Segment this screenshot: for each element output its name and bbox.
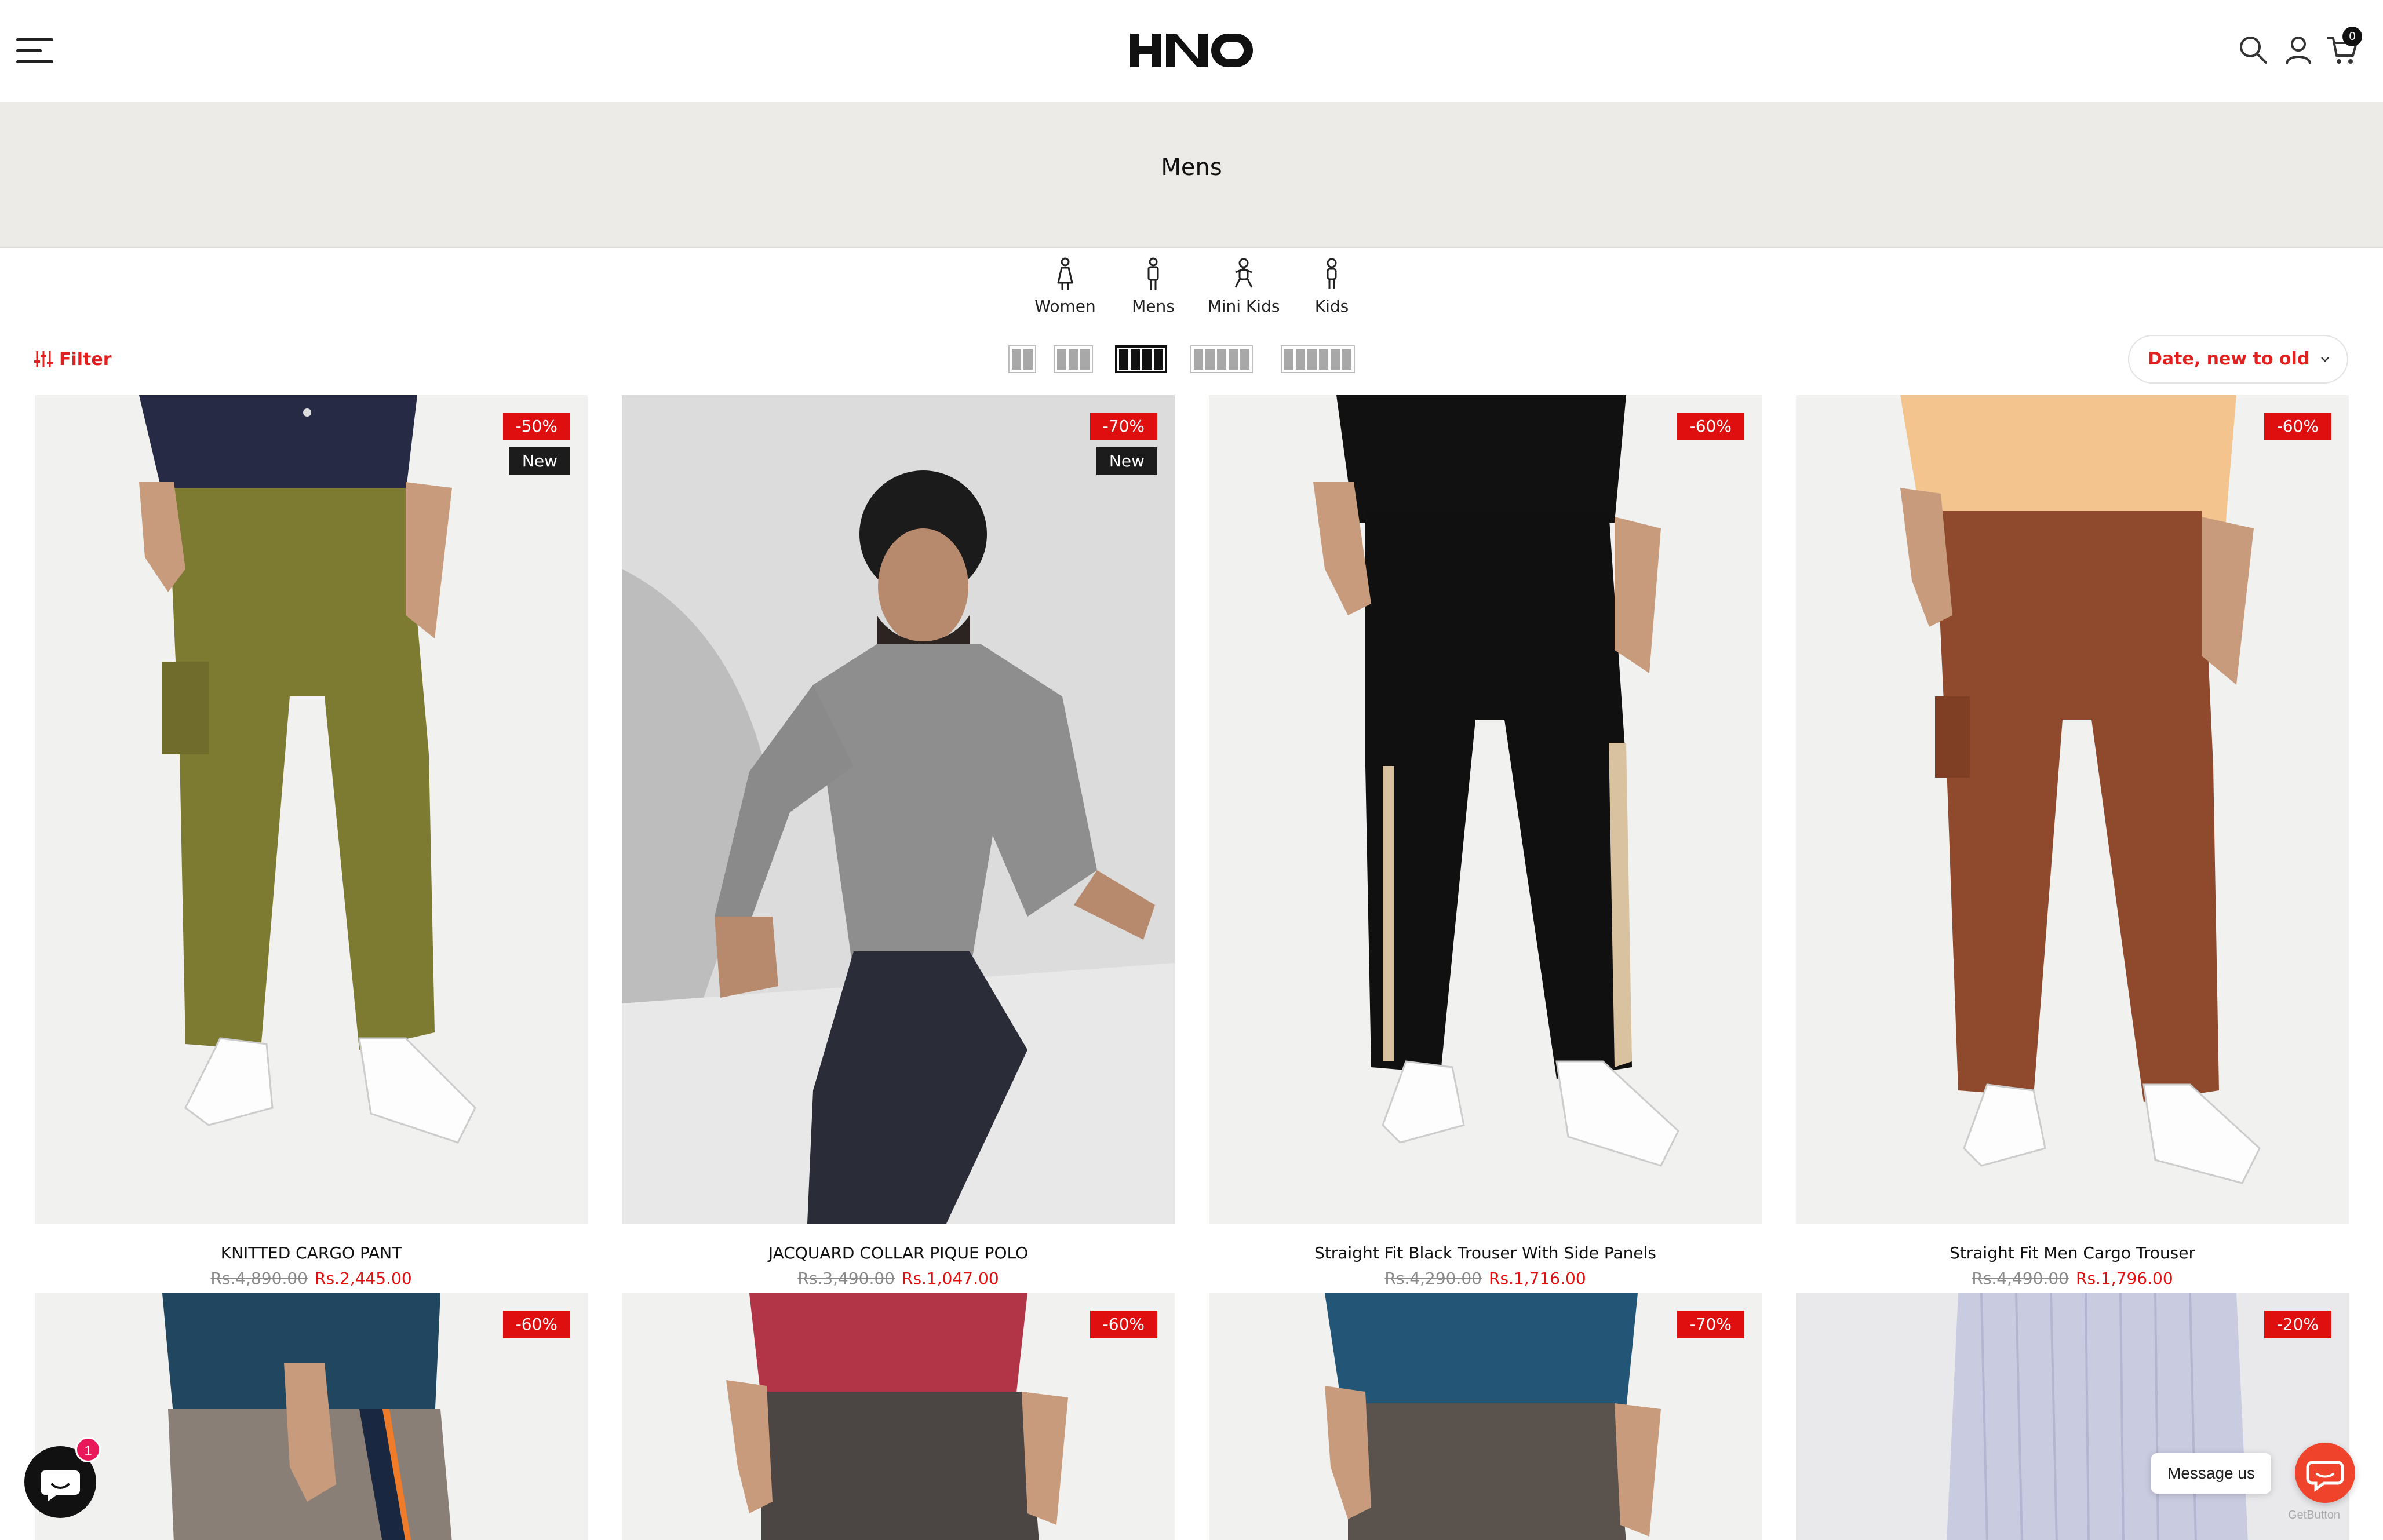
product-title[interactable]: Straight Fit Men Cargo Trouser xyxy=(1796,1243,2349,1262)
original-price: Rs.3,490.00 xyxy=(797,1269,895,1288)
messenger-icon xyxy=(2306,1461,2344,1492)
product-image[interactable]: -70% xyxy=(1209,1293,1762,1540)
baby-figure-icon xyxy=(1234,258,1253,288)
discount-badge: -70% xyxy=(1090,413,1157,440)
sale-price: Rs.1,796.00 xyxy=(2076,1269,2173,1288)
hamburger-menu-icon[interactable] xyxy=(16,38,53,64)
sale-price: Rs.1,047.00 xyxy=(902,1269,999,1288)
product-title[interactable]: JACQUARD COLLAR PIQUE POLO xyxy=(622,1243,1175,1262)
product-image[interactable]: -60% xyxy=(622,1293,1175,1540)
original-price: Rs.4,490.00 xyxy=(1972,1269,2069,1288)
chat-notification-badge: 1 xyxy=(75,1437,101,1462)
category-label: Kids xyxy=(1314,297,1349,316)
cart-count-badge: 0 xyxy=(2342,27,2362,46)
chevron-down-icon xyxy=(2321,357,2329,362)
product-image[interactable]: -60% xyxy=(1209,395,1762,1224)
account-icon[interactable] xyxy=(2281,32,2316,67)
sale-price: Rs.1,716.00 xyxy=(1489,1269,1586,1288)
category-label: Mens xyxy=(1132,297,1175,316)
sale-price: Rs.2,445.00 xyxy=(315,1269,412,1288)
search-icon[interactable] xyxy=(2236,32,2271,67)
filter-sliders-icon xyxy=(34,351,53,367)
discount-badge: -60% xyxy=(502,1311,570,1338)
message-us-label[interactable]: Message us xyxy=(2151,1453,2271,1494)
product-title[interactable]: KNITTED CARGO PANT xyxy=(35,1243,588,1262)
site-logo[interactable] xyxy=(1129,30,1254,71)
sort-value: Date, new to old xyxy=(2148,349,2310,369)
category-label: Women xyxy=(1034,297,1096,316)
product-image[interactable]: -60% xyxy=(35,1293,588,1540)
category-mini-kids[interactable]: Mini Kids xyxy=(1197,257,1290,316)
discount-badge: -60% xyxy=(1090,1311,1157,1338)
product-image[interactable]: -20% xyxy=(1796,1293,2349,1540)
grid-3-columns-button[interactable] xyxy=(1054,345,1093,373)
product-title[interactable]: Straight Fit Black Trouser With Side Pan… xyxy=(1209,1243,1762,1262)
woman-figure-icon xyxy=(1057,257,1073,290)
discount-badge: -50% xyxy=(502,413,570,440)
man-figure-icon xyxy=(1147,257,1159,290)
page-title: Mens xyxy=(1161,154,1222,181)
filter-button[interactable]: Filter xyxy=(34,346,112,372)
new-badge: New xyxy=(509,447,570,475)
grid-2-columns-button[interactable] xyxy=(1008,345,1036,373)
getbutton-credit[interactable]: GetButton xyxy=(2288,1509,2340,1522)
original-price: Rs.4,890.00 xyxy=(210,1269,308,1288)
category-kids[interactable]: Kids xyxy=(1285,257,1378,316)
collection-banner: Mens xyxy=(0,102,2383,248)
grid-4-columns-button[interactable] xyxy=(1115,345,1167,373)
site-header: 0 xyxy=(0,0,2383,102)
discount-badge: -60% xyxy=(1677,413,1744,440)
category-women[interactable]: Women xyxy=(1019,257,1112,316)
product-price: Rs.4,290.00 Rs.1,716.00 xyxy=(1209,1269,1762,1288)
filter-label: Filter xyxy=(59,349,112,370)
category-label: Mini Kids xyxy=(1207,297,1280,316)
discount-badge: -20% xyxy=(2264,1311,2331,1338)
discount-badge: -70% xyxy=(1677,1311,1744,1338)
grid-6-columns-button[interactable] xyxy=(1281,345,1355,373)
product-image[interactable]: -50% New xyxy=(35,395,588,1224)
category-mens[interactable]: Mens xyxy=(1107,257,1200,316)
message-us-button[interactable] xyxy=(2295,1443,2355,1503)
product-image[interactable]: -60% xyxy=(1796,395,2349,1224)
discount-badge: -60% xyxy=(2264,413,2331,440)
product-price: Rs.4,490.00 Rs.1,796.00 xyxy=(1796,1269,2349,1288)
kid-figure-icon xyxy=(1327,258,1337,289)
product-image[interactable]: -70% New xyxy=(622,395,1175,1224)
product-price: Rs.4,890.00 Rs.2,445.00 xyxy=(35,1269,588,1288)
product-price: Rs.3,490.00 Rs.1,047.00 xyxy=(622,1269,1175,1288)
sort-select[interactable]: Date, new to old xyxy=(2128,335,2348,384)
original-price: Rs.4,290.00 xyxy=(1384,1269,1482,1288)
grid-5-columns-button[interactable] xyxy=(1190,345,1253,373)
new-badge: New xyxy=(1096,447,1157,475)
